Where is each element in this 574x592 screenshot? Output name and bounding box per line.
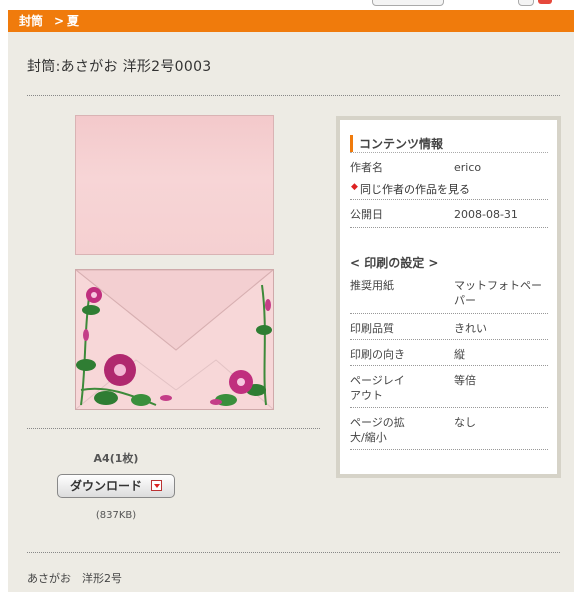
envelope-front-preview [75,115,274,255]
published-label: 公開日 [350,208,383,221]
row-separator [350,339,548,340]
breadcrumb: 封筒 > 夏 [8,10,574,32]
recommended-paper-value: マットフォトペーパー [454,279,542,307]
page-layout-value: 等倍 [454,374,476,387]
row-separator [350,449,548,450]
close-icon[interactable] [538,0,552,4]
row-separator [350,199,548,200]
print-orientation-label: 印刷の向き [350,348,405,361]
download-button-label: ダウンロード [70,479,143,493]
divider [27,95,560,96]
arrow-icon: ◆ [351,182,358,192]
print-orientation-value: 縦 [454,348,465,361]
author-value: erico [454,161,482,174]
download-icon [151,480,162,491]
breadcrumb-summer: 夏 [67,14,80,28]
row-separator [350,407,548,408]
same-author-link[interactable]: ◆ 同じ作者の作品を見る [351,181,470,197]
row-separator [350,227,548,228]
breadcrumb-separator: > [54,14,65,28]
page-scaling-value: なし [454,416,476,429]
download-button[interactable]: ダウンロード [57,474,175,498]
morning-glory-illustration [76,270,273,409]
toolbar-button-fragment[interactable] [372,0,444,6]
published-value: 2008-08-31 [454,208,518,221]
main-frame: 封筒 > 夏 封筒:あさがお 洋形2号0003 A4(1枚) ダウンロード (8… [8,10,574,592]
print-quality-value: きれい [454,322,487,335]
breadcrumb-envelope-link[interactable]: 封筒 [19,10,43,32]
page-title: 封筒:あさがお 洋形2号0003 [27,59,212,75]
recommended-paper-label: 推奨用紙 [350,279,394,292]
footer-description: あさがお 洋形2号 [27,572,122,585]
contents-info-panel: コンテンツ情報 作者名 erico ◆ 同じ作者の作品を見る 公開日 2008-… [336,116,561,478]
file-size: (837KB) [95,510,137,521]
paper-size-label: A4(1枚) [93,452,139,465]
contents-info-heading: コンテンツ情報 [350,135,443,152]
page-scaling-label: ページの拡大/縮小 [350,416,405,444]
row-separator [350,313,548,314]
print-settings-heading: < 印刷の設定 > [350,256,439,270]
same-author-link-label: 同じ作者の作品を見る [360,183,470,196]
print-quality-label: 印刷品質 [350,322,394,335]
page-layout-label: ページレイアウト [350,374,405,402]
author-label: 作者名 [350,161,383,174]
envelope-back-preview [75,269,274,410]
divider [27,428,320,429]
heading-underline [350,152,548,153]
row-separator [350,365,548,366]
divider [27,552,560,553]
top-strip [0,0,574,10]
toolbar-button-fragment-small[interactable] [518,0,534,6]
